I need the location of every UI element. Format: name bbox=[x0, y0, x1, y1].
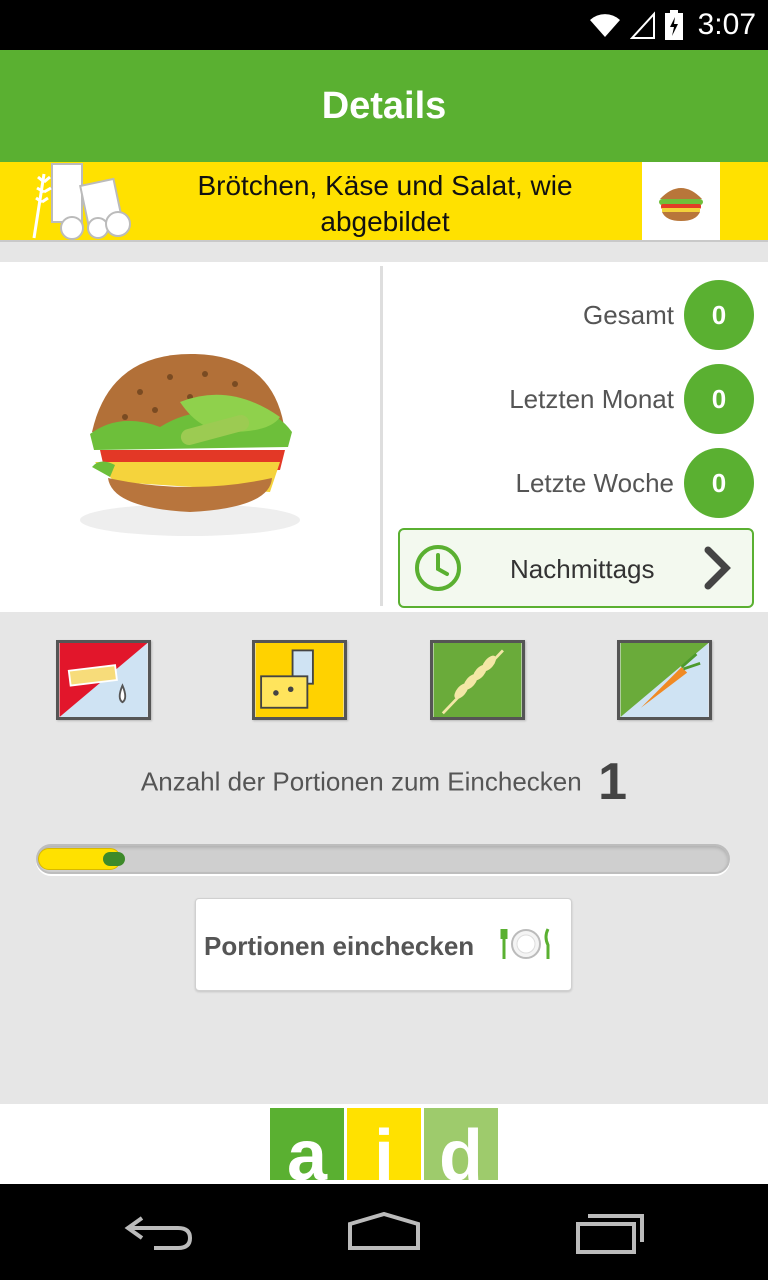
back-icon[interactable] bbox=[124, 1212, 194, 1252]
aid-logo: a i d bbox=[270, 1108, 498, 1180]
recent-apps-icon[interactable] bbox=[574, 1212, 646, 1254]
status-time: 3:07 bbox=[697, 8, 756, 41]
footer: a i d bbox=[0, 1104, 768, 1184]
checkin-button[interactable]: Portionen einchecken bbox=[195, 898, 572, 991]
stat-total-badge: 0 bbox=[684, 280, 754, 350]
vegetables-icon[interactable] bbox=[617, 640, 712, 720]
dairy-icon[interactable] bbox=[252, 640, 347, 720]
svg-text:d: d bbox=[439, 1116, 483, 1180]
food-thumbnail[interactable] bbox=[642, 162, 720, 240]
food-group-icons bbox=[0, 640, 768, 722]
signal-icon bbox=[630, 11, 655, 39]
food-banner: Brötchen, Käse und Salat, wie abgebildet bbox=[0, 162, 768, 242]
checkin-button-label: Portionen einchecken bbox=[204, 931, 475, 961]
stat-last-month-label: Letzten Monat bbox=[509, 383, 674, 414]
fats-oils-icon[interactable] bbox=[56, 640, 151, 720]
time-of-day-button[interactable]: Nachmittags bbox=[398, 528, 754, 608]
sandwich-photo bbox=[80, 353, 300, 536]
battery-icon bbox=[665, 10, 683, 40]
status-icons bbox=[588, 8, 684, 42]
chevron-right-icon bbox=[704, 546, 731, 590]
stat-last-week: Letzte Woche 0 bbox=[515, 448, 754, 518]
portions-row: Anzahl der Portionen zum Einchecken 1 bbox=[0, 752, 768, 812]
page-title: Details bbox=[321, 84, 447, 127]
slider-thumb[interactable] bbox=[103, 852, 125, 866]
portions-label: Anzahl der Portionen zum Einchecken bbox=[140, 766, 582, 797]
stat-total-label: Gesamt bbox=[582, 299, 674, 330]
wifi-icon bbox=[590, 14, 620, 37]
slider-track[interactable] bbox=[36, 844, 730, 874]
sandwich-thumbnail-icon bbox=[659, 188, 703, 221]
action-bar: Details bbox=[0, 50, 768, 162]
grains-icon[interactable] bbox=[430, 640, 525, 720]
portions-count: 1 bbox=[598, 753, 628, 811]
stat-last-week-label: Letzte Woche bbox=[515, 467, 674, 498]
time-of-day-label: Nachmittags bbox=[510, 554, 655, 584]
stat-last-week-badge: 0 bbox=[684, 448, 754, 518]
food-info-panel: Gesamt 0 Letzten Monat 0 Letzte Woche 0 … bbox=[0, 262, 768, 612]
clock-icon bbox=[415, 545, 461, 591]
groceries-illustration bbox=[32, 163, 131, 240]
navigation-bar bbox=[0, 1184, 768, 1280]
status-bar: 3:07 bbox=[0, 0, 768, 50]
panel-divider bbox=[380, 266, 383, 606]
svg-text:a: a bbox=[287, 1116, 328, 1180]
plate-cutlery-icon bbox=[500, 928, 550, 959]
home-icon[interactable] bbox=[346, 1212, 422, 1252]
svg-text:i: i bbox=[374, 1116, 394, 1180]
stat-last-month-badge: 0 bbox=[684, 364, 754, 434]
stat-last-month: Letzten Monat 0 bbox=[509, 364, 754, 434]
food-name: Brötchen, Käse und Salat, wie abgebildet bbox=[197, 170, 573, 237]
stat-total: Gesamt 0 bbox=[583, 280, 754, 350]
portions-slider[interactable] bbox=[32, 842, 738, 878]
